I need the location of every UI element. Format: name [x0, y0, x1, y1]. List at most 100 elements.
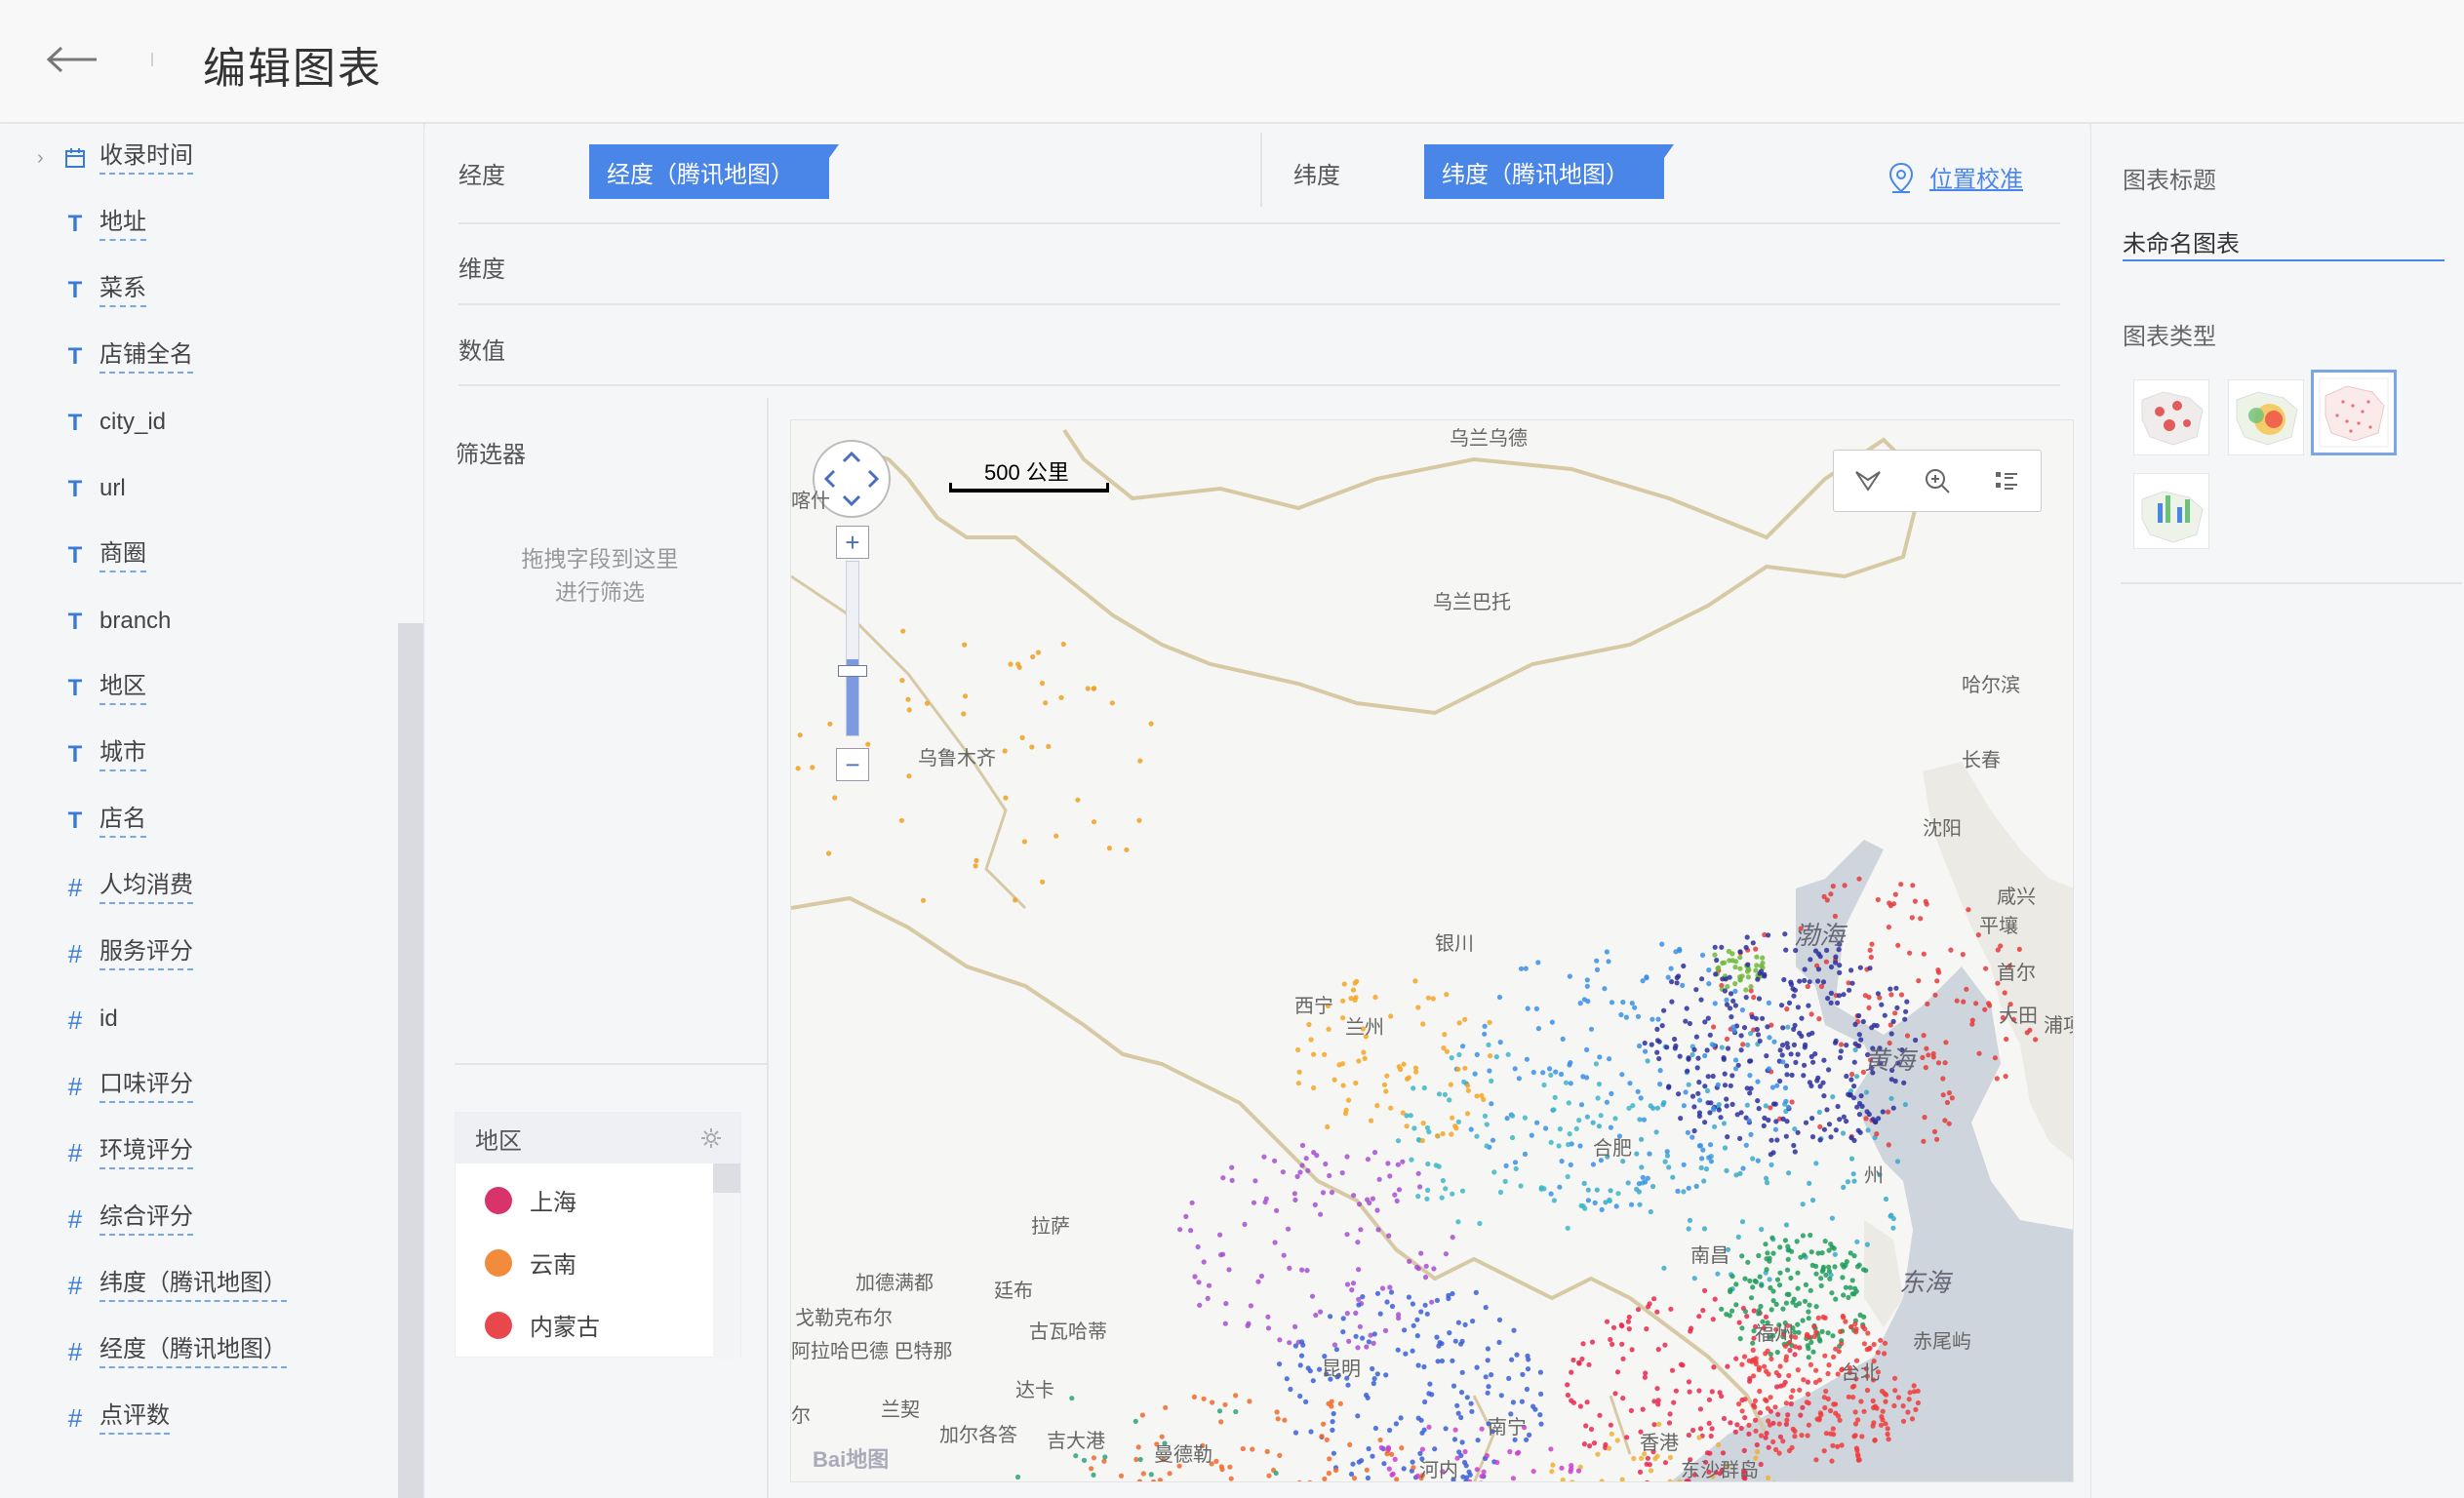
chart-type-marker-map[interactable] — [2133, 379, 2209, 455]
map-data-point — [1755, 1079, 1761, 1084]
map-data-point — [1286, 1226, 1292, 1232]
map-data-point — [1810, 1059, 1816, 1065]
value-label: 数值 — [458, 338, 505, 365]
field-item[interactable]: T 商圈 — [0, 532, 390, 580]
map-data-point — [1687, 1020, 1692, 1027]
map-data-point — [1843, 1284, 1848, 1290]
field-item[interactable]: › 收录时间 — [0, 134, 390, 182]
filter-drop-zone[interactable]: 拖拽字段到这里 进行筛选 — [458, 542, 741, 609]
field-item[interactable]: # 综合评分 — [0, 1195, 390, 1243]
field-item[interactable]: T 城市 — [0, 730, 390, 779]
map-data-point — [865, 741, 871, 747]
map-data-point — [1910, 883, 1916, 888]
calibrate-location-link[interactable]: 位置校准 — [1888, 160, 2023, 194]
map-data-point — [1468, 1400, 1474, 1406]
map-label: 乌兰巴托 — [1433, 592, 1511, 613]
map-data-point — [1584, 1399, 1590, 1405]
map-data-point — [1353, 1080, 1359, 1086]
map-data-point — [1410, 1348, 1415, 1354]
map-data-point — [1747, 1278, 1753, 1283]
field-item[interactable]: # 人均消费 — [0, 863, 390, 912]
map-data-point — [1809, 1116, 1815, 1122]
map-data-point — [1892, 1388, 1898, 1394]
map-data-point — [1769, 1162, 1774, 1167]
map-data-point — [1440, 1177, 1446, 1184]
chevron-right-icon[interactable]: › — [37, 147, 44, 170]
field-item[interactable]: # 环境评分 — [0, 1128, 390, 1177]
field-item[interactable]: # 口味评分 — [0, 1062, 390, 1111]
map-label: 达卡 — [1015, 1380, 1054, 1401]
map-data-point — [1907, 950, 1913, 956]
map-data-point — [797, 732, 803, 738]
legend-item[interactable]: 内蒙古 — [485, 1308, 600, 1342]
map-data-point — [1826, 1268, 1833, 1275]
map-data-point — [1721, 1121, 1728, 1126]
map-data-point — [1530, 1403, 1536, 1409]
field-item[interactable]: T 地址 — [0, 200, 390, 249]
map-data-point — [1251, 1200, 1257, 1205]
zoom-region-button[interactable] — [1910, 456, 1965, 505]
draw-region-button[interactable] — [1841, 456, 1895, 505]
map-data-point — [1793, 1059, 1799, 1065]
latitude-field-pill[interactable]: 纬度（腾讯地图） — [1424, 144, 1674, 199]
field-item[interactable]: # 纬度（腾讯地图） — [0, 1261, 390, 1310]
field-item[interactable]: Turl — [0, 465, 390, 514]
map-data-point — [1901, 1080, 1907, 1085]
bar-map-icon — [2141, 491, 2204, 543]
map-data-point — [1890, 901, 1897, 907]
map-data-point — [1864, 1242, 1870, 1247]
map-data-point — [1673, 1043, 1679, 1049]
map-data-point — [1645, 1058, 1650, 1064]
gear-icon[interactable] — [699, 1126, 723, 1150]
map-data-point — [1353, 1333, 1359, 1339]
field-list-scrollbar[interactable] — [398, 623, 423, 1498]
zoom-slider[interactable] — [838, 561, 867, 736]
map-data-point — [1497, 1189, 1504, 1196]
map-data-point — [1361, 1049, 1367, 1055]
field-item[interactable]: T 地区 — [0, 664, 390, 713]
map-data-point — [1548, 1191, 1554, 1197]
field-item[interactable]: # id — [0, 996, 390, 1045]
map-data-point — [1661, 1265, 1667, 1271]
back-arrow-icon[interactable] — [43, 35, 101, 84]
map-data-point — [1822, 1239, 1828, 1244]
field-label: branch — [99, 608, 172, 634]
chart-type-heat-map[interactable] — [2228, 379, 2304, 455]
zoom-out-button[interactable]: − — [836, 748, 869, 781]
map-data-point — [1388, 1105, 1394, 1111]
legend-scrollbar[interactable] — [713, 1163, 740, 1359]
chart-title-input[interactable]: 未命名图表 — [2123, 218, 2444, 261]
map-data-point — [1757, 1038, 1763, 1044]
field-item[interactable]: T 店铺全名 — [0, 333, 390, 381]
map-data-point — [1894, 1159, 1901, 1164]
field-item[interactable]: # 服务评分 — [0, 929, 390, 978]
map-data-point — [1748, 1131, 1754, 1137]
field-item[interactable]: # 经度（腾讯地图） — [0, 1327, 390, 1376]
map-data-point — [1739, 1361, 1745, 1367]
field-item[interactable]: T 店名 — [0, 797, 390, 846]
legend-toggle-button[interactable] — [1979, 456, 2034, 505]
field-item[interactable]: Tcity_id — [0, 399, 390, 448]
legend-item[interactable]: 上海 — [485, 1183, 576, 1217]
map-data-point — [1766, 1475, 1771, 1480]
map-view[interactable]: + − 500 公里 乌兰乌德 乌兰巴托 乌鲁木齐 哈尔滨 长春 沈阳 咸兴 平… — [790, 419, 2074, 1482]
longitude-field-pill[interactable]: 经度（腾讯地图） — [589, 144, 839, 199]
field-item[interactable]: Tbranch — [0, 598, 390, 647]
map-data-point — [1514, 1352, 1520, 1358]
chart-type-scatter-map[interactable] — [2311, 370, 2397, 455]
map-data-point — [1484, 1122, 1490, 1127]
map-data-point — [1355, 1345, 1361, 1351]
map-data-point — [1851, 1434, 1857, 1439]
map-data-point — [1730, 1024, 1736, 1030]
field-item[interactable]: # 点评数 — [0, 1394, 390, 1442]
chart-type-bar-map[interactable] — [2133, 473, 2209, 549]
field-item[interactable]: T 菜系 — [0, 266, 390, 315]
map-data-point — [1513, 1165, 1519, 1171]
legend-item[interactable]: 云南 — [485, 1245, 576, 1280]
map-data-point — [1360, 1294, 1366, 1300]
zoom-in-button[interactable]: + — [836, 526, 869, 559]
map-data-point — [1944, 1099, 1950, 1106]
map-data-point — [1118, 1473, 1125, 1478]
map-data-point — [1548, 1139, 1554, 1145]
map-data-point — [1703, 1166, 1710, 1172]
